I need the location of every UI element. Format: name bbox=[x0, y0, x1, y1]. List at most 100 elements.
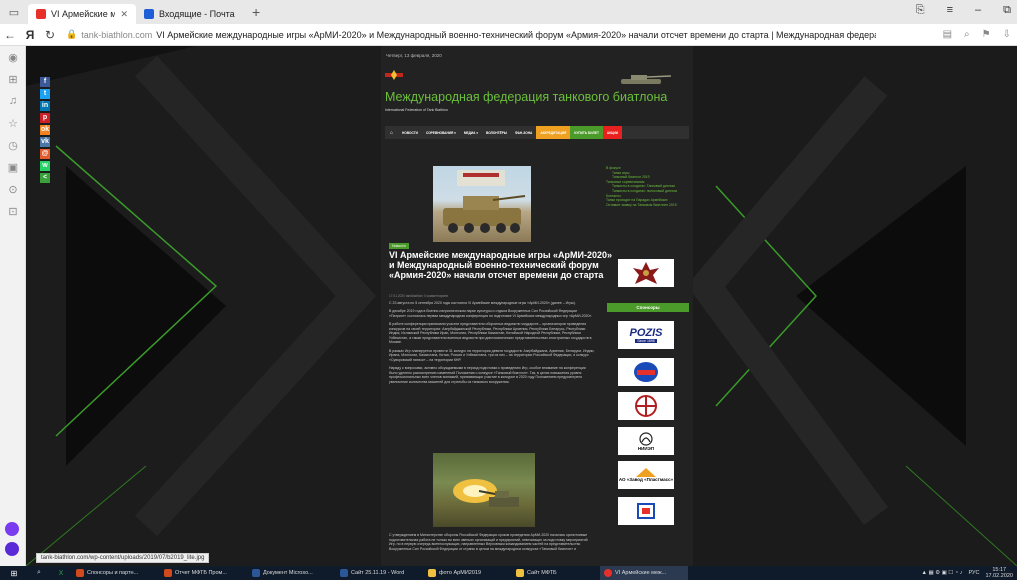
article-paragraph: В работе конференции принимали участие п… bbox=[389, 321, 592, 345]
profile-icon[interactable]: ◉ bbox=[0, 46, 26, 68]
tab-mail[interactable]: Входящие - Почта Mail.ru bbox=[136, 4, 244, 24]
article-paragraph: В декабре 2019 года в Военно-патриотичес… bbox=[389, 309, 593, 318]
tab-active[interactable]: VI Армейские междуна ✕ bbox=[28, 4, 136, 24]
windows-taskbar: ⊞ ⌕ X Спонсоры и партн... Отчет МФТБ Про… bbox=[0, 566, 1017, 580]
taskbar-item-label: Отчет МФТБ Пром... bbox=[175, 570, 227, 576]
plastmass-logo-icon bbox=[636, 468, 656, 477]
sponsor-izhmash[interactable] bbox=[618, 392, 674, 420]
tab-label: VI Армейские междуна bbox=[51, 9, 116, 19]
article-paragraph: Наряду с вопросами, активно обсуждаемыми… bbox=[389, 365, 586, 384]
federation-emblem-icon bbox=[385, 70, 403, 80]
download-icon[interactable]: ⇩ bbox=[1003, 29, 1011, 40]
article-headline: VI Армейские международные игры «АрМИ-20… bbox=[389, 250, 612, 280]
reload-icon[interactable]: ↻ bbox=[40, 28, 60, 42]
category-badge[interactable]: Новости bbox=[389, 243, 409, 249]
tab-label: Входящие - Почта Mail.ru bbox=[159, 9, 236, 19]
tray-icons[interactable]: ▲ ▦ ⚙ ▣ ☐ ◔ ♪ bbox=[922, 570, 963, 576]
reader-icon[interactable]: ▤ bbox=[943, 29, 952, 40]
double-headed-eagle-icon bbox=[633, 262, 659, 284]
linkedin-icon[interactable]: in bbox=[40, 101, 50, 111]
minimize-icon[interactable]: – bbox=[975, 4, 981, 17]
sponsor-pozis[interactable]: POZIS Since 1898 bbox=[618, 321, 674, 349]
menu-item-volunteers[interactable]: ВОЛОНТЁРЫ bbox=[482, 126, 511, 139]
odnoklassniki-icon[interactable]: ok bbox=[40, 125, 50, 135]
sponsor-name: POZIS bbox=[629, 327, 663, 339]
clock[interactable]: 15:17 17.02.2020 bbox=[985, 567, 1013, 579]
taskbar-item[interactable]: Документ Microso... bbox=[248, 566, 336, 580]
history-icon[interactable]: ◷ bbox=[0, 134, 26, 156]
menu-item-media[interactable]: МЕДИА ▾ bbox=[460, 126, 482, 139]
notifications-icon[interactable]: ♫ bbox=[0, 90, 26, 112]
lock-icon[interactable]: 🔒 bbox=[66, 29, 77, 40]
menu-item-fanzone[interactable]: ФАН-ЗОНА bbox=[511, 126, 536, 139]
excel-icon[interactable]: X bbox=[50, 566, 72, 580]
extensions-icon[interactable]: ⊡ bbox=[0, 200, 26, 222]
page-title-in-address[interactable]: VI Армейские международные игры «АрМИ-20… bbox=[156, 30, 876, 40]
yandex-logo-icon[interactable]: Я bbox=[20, 28, 40, 42]
taskbar-item[interactable]: Сайт 25.11.19 - Word bbox=[336, 566, 424, 580]
izhmash-logo-icon bbox=[635, 395, 657, 417]
menu-item-promotions[interactable]: АКЦИИ bbox=[602, 126, 623, 139]
uvz-logo-icon bbox=[634, 362, 658, 382]
search-icon[interactable]: ⌕ bbox=[964, 29, 970, 40]
sponsor-kmz[interactable] bbox=[618, 497, 674, 525]
back-icon[interactable]: ← bbox=[0, 28, 20, 42]
taskbar-item-label: Спонсоры и партн... bbox=[87, 570, 139, 576]
close-tab-icon[interactable]: ✕ bbox=[120, 9, 128, 20]
new-tab-button[interactable]: + bbox=[252, 4, 260, 20]
menu-item-buy-ticket[interactable]: КУПИТЬ БИЛЕТ bbox=[570, 126, 603, 139]
taskbar-item-active[interactable]: VI Армейские меж... bbox=[600, 566, 688, 580]
share-icon[interactable]: < bbox=[40, 173, 50, 183]
powerpoint-icon bbox=[164, 569, 172, 577]
twitter-icon[interactable]: t bbox=[40, 89, 50, 99]
menu-item-accreditation[interactable]: АККРЕДИТАЦИЯ bbox=[536, 126, 571, 139]
windows-start-icon[interactable]: ⊞ bbox=[0, 566, 28, 580]
home-icon[interactable]: ⌂ bbox=[385, 126, 398, 139]
armored-vehicle-image bbox=[443, 170, 526, 233]
article-meta: 17.01.2020 tankbiathlon 0 комментариев bbox=[389, 294, 448, 298]
sponsor-since: Since 1898 bbox=[635, 339, 657, 343]
facebook-icon[interactable]: f bbox=[40, 77, 50, 87]
menu-item-competitions[interactable]: СОРЕВНОВАНИЯ ▾ bbox=[422, 126, 460, 139]
apps-grid-icon[interactable]: ⊞ bbox=[0, 68, 26, 90]
bookmark-icon[interactable]: ⎘ bbox=[916, 4, 925, 17]
tab-favicon bbox=[36, 9, 46, 19]
language-indicator[interactable]: РУС bbox=[968, 570, 979, 576]
sidebar-link[interactable]: Оставьте заявку на Танковом биатлоне 201… bbox=[606, 203, 690, 208]
system-tray: ▲ ▦ ⚙ ▣ ☐ ◔ ♪ РУС 15:17 17.02.2020 bbox=[922, 566, 1014, 580]
sponsor-niiep[interactable]: НИИЭП bbox=[618, 427, 674, 455]
clock-date: 17.02.2020 bbox=[985, 573, 1013, 579]
browser-sidebar: ◉ ⊞ ♫ ☆ ◷ ▣ ⊙ ⊡ bbox=[0, 46, 26, 566]
yandex-browser-icon bbox=[604, 569, 612, 577]
alice-icon[interactable] bbox=[5, 522, 19, 536]
sponsor-plastmass[interactable]: АО «Завод «Пластмасс» bbox=[618, 461, 674, 489]
vk-icon[interactable]: vk bbox=[40, 137, 50, 147]
article-photo-firing-tank[interactable] bbox=[433, 453, 535, 527]
word-icon bbox=[252, 569, 260, 577]
taskbar-item[interactable]: Сайт МФТБ bbox=[512, 566, 600, 580]
search-icon[interactable]: ⌕ bbox=[28, 566, 50, 580]
address-actions: ▤ ⌕ ⚑ ⇩ bbox=[943, 29, 1011, 40]
site-title[interactable]: Международная федерация танкового биатло… bbox=[385, 90, 667, 104]
alice-voice-icon[interactable] bbox=[5, 542, 19, 556]
menu-icon[interactable]: ≡ bbox=[947, 4, 953, 17]
taskbar-item[interactable]: Отчет МФТБ Пром... bbox=[160, 566, 248, 580]
pinterest-icon[interactable]: p bbox=[40, 113, 50, 123]
ministry-emblem[interactable] bbox=[618, 259, 674, 287]
firing-tank-image bbox=[453, 479, 519, 507]
whatsapp-icon[interactable]: w bbox=[40, 161, 50, 171]
email-share-icon[interactable]: @ bbox=[40, 149, 50, 159]
media-icon[interactable]: ⊙ bbox=[0, 178, 26, 200]
menu-item-news[interactable]: НОВОСТИ bbox=[398, 126, 422, 139]
favorites-icon[interactable]: ☆ bbox=[0, 112, 26, 134]
url-domain[interactable]: tank-biathlon.com bbox=[81, 30, 152, 40]
taskbar-item[interactable]: фото АрМИ2019 bbox=[424, 566, 512, 580]
article-hero-image[interactable] bbox=[433, 166, 531, 242]
tabs-panel-icon[interactable]: ▭ bbox=[0, 0, 28, 24]
sidebar-links: В фокусе Танки игры Танковый биатлон 201… bbox=[606, 166, 690, 207]
bookmark-flag-icon[interactable]: ⚑ bbox=[982, 29, 991, 40]
restore-icon[interactable]: ⧉ bbox=[1003, 4, 1011, 17]
sponsor-uvz[interactable] bbox=[618, 358, 674, 386]
taskbar-item[interactable]: Спонсоры и партн... bbox=[72, 566, 160, 580]
zen-icon[interactable]: ▣ bbox=[0, 156, 26, 178]
